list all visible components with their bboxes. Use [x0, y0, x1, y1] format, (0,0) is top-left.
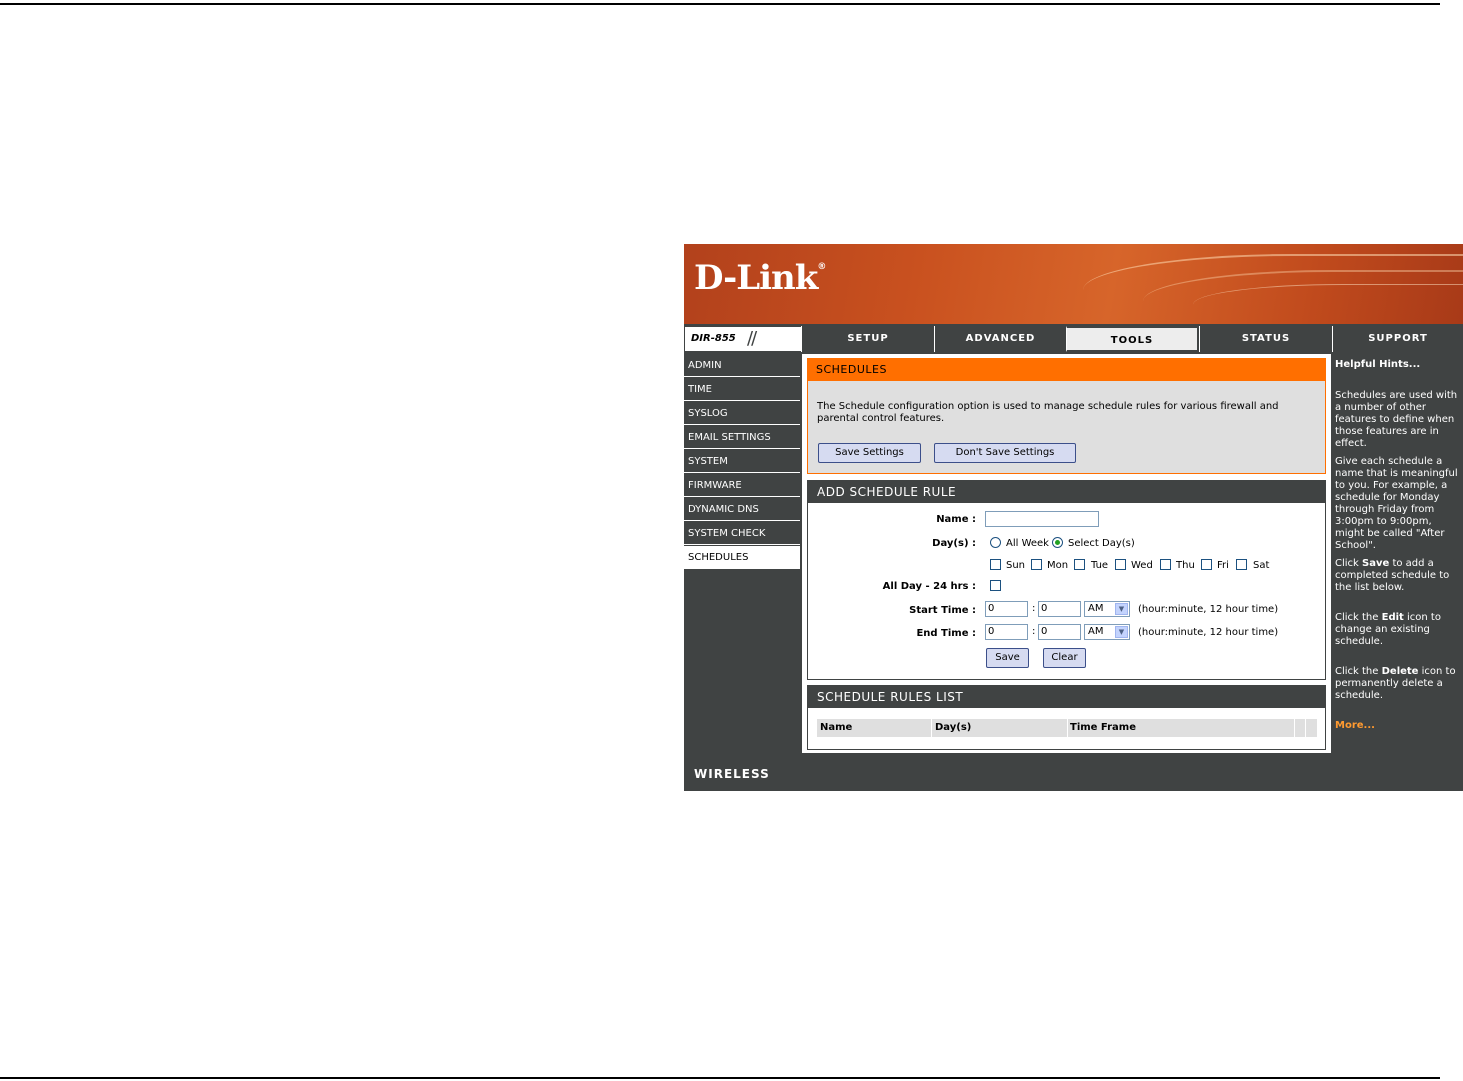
column-days: Day(s)	[935, 722, 972, 733]
all-day-label: All Day - 24 hrs :	[882, 581, 976, 592]
nav-time[interactable]: TIME	[684, 378, 800, 401]
all-week-radio[interactable]	[990, 537, 1001, 548]
footer-bar: WIRELESS	[684, 755, 1463, 791]
nav-firmware[interactable]: FIRMWARE	[684, 474, 800, 497]
nav-dynamic-dns[interactable]: DYNAMIC DNS	[684, 498, 800, 521]
nav-system[interactable]: SYSTEM	[684, 450, 800, 473]
all-week-label: All Week	[1006, 538, 1049, 549]
section-title: ADD SCHEDULE RULE	[808, 481, 1325, 503]
day-checkbox-tue[interactable]	[1074, 559, 1085, 570]
start-hour-input[interactable]: 0	[985, 601, 1028, 617]
days-label: Day(s) :	[932, 538, 976, 549]
nav-schedules[interactable]: SCHEDULES	[684, 546, 800, 569]
day-checkbox-fri[interactable]	[1201, 559, 1212, 570]
save-button[interactable]: Save	[986, 648, 1029, 668]
start-time-hint: (hour:minute, 12 hour time)	[1138, 604, 1279, 615]
day-label-sat: Sat	[1253, 560, 1270, 571]
day-checkbox-sun[interactable]	[990, 559, 1001, 570]
day-label-wed: Wed	[1131, 560, 1153, 571]
name-input[interactable]	[985, 511, 1099, 527]
start-minute-input[interactable]: 0	[1038, 601, 1081, 617]
wireless-label: WIRELESS	[694, 767, 770, 781]
save-settings-button[interactable]: Save Settings	[818, 443, 921, 463]
column-name: Name	[820, 722, 853, 733]
chevron-down-icon: ▼	[1115, 603, 1128, 615]
select-days-radio[interactable]	[1052, 537, 1063, 548]
day-label-sun: Sun	[1006, 560, 1026, 571]
nav-email-settings[interactable]: EMAIL SETTINGS	[684, 426, 800, 449]
day-label-mon: Mon	[1047, 560, 1069, 571]
router-admin-frame: D-Link® DIR-855// SETUP ADVANCED TOOLS S…	[684, 244, 1463, 791]
section-title: SCHEDULES	[808, 359, 1325, 381]
start-time-label: Start Time :	[909, 605, 976, 616]
dlink-logo: D-Link®	[694, 258, 826, 298]
nav-system-check[interactable]: SYSTEM CHECK	[684, 522, 800, 545]
time-colon: :	[1032, 603, 1036, 614]
hints-title: Helpful Hints...	[1335, 359, 1421, 370]
top-rule	[0, 3, 1440, 5]
add-schedule-rule-section: ADD SCHEDULE RULE Name : Day(s) : All We…	[807, 480, 1326, 680]
tab-support[interactable]: SUPPORT	[1332, 326, 1463, 352]
hint-paragraph: Click the Delete icon to permanently del…	[1335, 666, 1456, 701]
all-day-checkbox[interactable]	[990, 580, 1001, 591]
top-nav: DIR-855// SETUP ADVANCED TOOLS STATUS SU…	[684, 326, 1463, 352]
helpful-hints-panel: Helpful Hints... Schedules are used with…	[1335, 354, 1463, 753]
tab-status[interactable]: STATUS	[1199, 326, 1332, 352]
end-ampm-select[interactable]: AM ▼	[1084, 624, 1130, 640]
hint-paragraph: Schedules are used with a number of othe…	[1335, 390, 1458, 449]
more-link[interactable]: More...	[1335, 720, 1375, 732]
day-label-fri: Fri	[1217, 560, 1229, 571]
hint-paragraph: Click Save to add a completed schedule t…	[1335, 558, 1450, 593]
hint-paragraph: Click the Edit icon to change an existin…	[1335, 612, 1441, 647]
end-hour-input[interactable]: 0	[985, 624, 1028, 640]
tab-tools[interactable]: TOOLS	[1066, 326, 1199, 352]
tab-advanced[interactable]: ADVANCED	[934, 326, 1066, 352]
column-time-frame: Time Frame	[1070, 722, 1137, 733]
tab-setup[interactable]: SETUP	[801, 326, 934, 352]
bottom-rule	[0, 1077, 1440, 1079]
chevron-down-icon: ▼	[1115, 626, 1128, 638]
end-minute-input[interactable]: 0	[1038, 624, 1081, 640]
section-title: SCHEDULE RULES LIST	[808, 686, 1325, 708]
schedule-rules-list-section: SCHEDULE RULES LIST Name Day(s) Time Fra…	[807, 685, 1326, 750]
nav-admin[interactable]: ADMIN	[684, 354, 800, 377]
model-label: DIR-855//	[684, 326, 801, 352]
schedules-section: SCHEDULES The Schedule configuration opt…	[807, 358, 1326, 474]
main-content: SCHEDULES The Schedule configuration opt…	[802, 354, 1331, 753]
select-days-label: Select Day(s)	[1068, 538, 1135, 549]
day-checkbox-thu[interactable]	[1160, 559, 1171, 570]
name-label: Name :	[936, 514, 976, 525]
end-time-label: End Time :	[916, 628, 976, 639]
rules-table-header: Name Day(s) Time Frame	[817, 719, 1317, 737]
end-time-hint: (hour:minute, 12 hour time)	[1138, 627, 1279, 638]
nav-syslog[interactable]: SYSLOG	[684, 402, 800, 425]
day-checkbox-sat[interactable]	[1236, 559, 1247, 570]
start-ampm-select[interactable]: AM ▼	[1084, 601, 1130, 617]
day-checkbox-mon[interactable]	[1031, 559, 1042, 570]
day-checkbox-wed[interactable]	[1115, 559, 1126, 570]
time-colon: :	[1032, 626, 1036, 637]
section-description: The Schedule configuration option is use…	[817, 401, 1279, 424]
clear-button[interactable]: Clear	[1043, 648, 1086, 668]
left-nav: ADMIN TIME SYSLOG EMAIL SETTINGS SYSTEM …	[684, 354, 800, 570]
day-label-tue: Tue	[1091, 560, 1109, 571]
hint-paragraph: Give each schedule a name that is meanin…	[1335, 456, 1458, 551]
day-label-thu: Thu	[1176, 560, 1195, 571]
banner: D-Link®	[684, 244, 1463, 324]
dont-save-settings-button[interactable]: Don't Save Settings	[934, 443, 1076, 463]
